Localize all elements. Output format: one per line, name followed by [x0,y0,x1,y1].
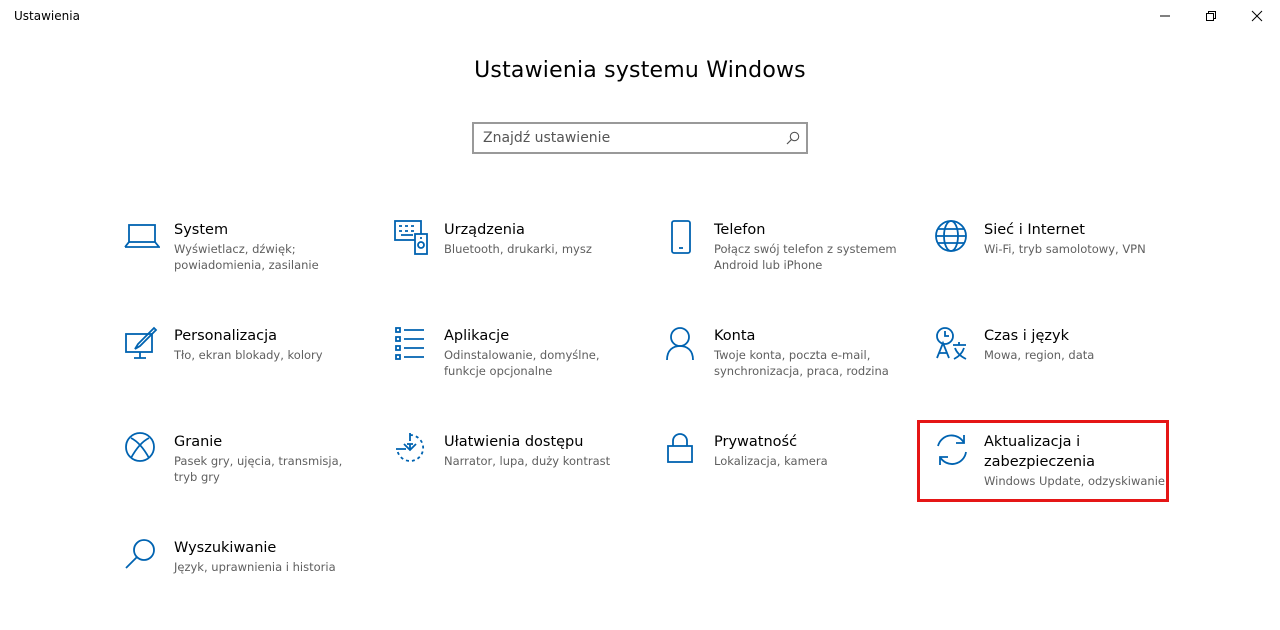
restore-button[interactable] [1188,0,1234,32]
category-description: Bluetooth, drukarki, mysz [444,242,592,256]
category-description: Tło, ekran blokady, kolory [174,348,323,362]
time-language-icon [934,326,970,362]
category-name: System [174,222,229,238]
category-name: Wyszukiwanie [174,540,277,556]
category-time-language[interactable]: Czas i język Mowa, region, data [934,326,1184,418]
devices-icon [394,220,430,256]
category-system[interactable]: System Wyświetlacz, dźwięk; powiadomieni… [124,220,374,312]
page-title: Ustawienia systemu Windows [474,58,806,83]
personalization-icon [124,326,160,362]
category-name: Konta [714,328,756,344]
category-privacy[interactable]: Prywatność Lokalizacja, kamera [664,432,914,524]
category-name: Urządzenia [444,222,525,238]
category-description: Wi-Fi, tryb samolotowy, VPN [984,242,1146,256]
minimize-icon [1160,15,1170,17]
title-bar: Ustawienia [0,0,1280,32]
category-description: Mowa, region, data [984,348,1095,362]
category-name: Telefon [714,222,766,238]
category-ease-of-access[interactable]: Ułatwienia dostępu Narrator, lupa, duży … [394,432,644,524]
category-accounts[interactable]: Konta Twoje konta, poczta e-mail, synchr… [664,326,914,418]
category-name: Czas i język [984,328,1069,344]
category-name: Granie [174,434,223,450]
category-network[interactable]: Sieć i Internet Wi-Fi, tryb samolotowy, … [934,220,1184,312]
phone-icon [664,220,700,256]
category-apps[interactable]: Aplikacje Odinstalowanie, domyślne, funk… [394,326,644,418]
apps-list-icon [394,326,430,362]
category-name: Personalizacja [174,328,278,344]
ease-of-access-icon [394,432,430,468]
category-search[interactable]: Wyszukiwanie Język, uprawnienia i histor… [124,538,374,630]
highlight-box [917,420,1169,502]
person-icon [664,326,700,362]
category-name: Aplikacje [444,328,510,344]
close-button[interactable] [1234,0,1280,32]
category-description: Twoje konta, poczta e-mail, synchronizac… [714,348,889,378]
category-description: Odinstalowanie, domyślne, funkcje opcjon… [444,348,600,378]
search-box[interactable] [472,122,808,154]
category-description: Wyświetlacz, dźwięk; powiadomienia, zasi… [174,242,319,272]
category-description: Język, uprawnienia i historia [174,560,336,574]
xbox-icon [124,432,160,468]
category-description: Połącz swój telefon z systemem Android l… [714,242,897,272]
category-phone[interactable]: Telefon Połącz swój telefon z systemem A… [664,220,914,312]
search-icon[interactable] [786,131,800,145]
lock-icon [664,432,700,468]
category-gaming[interactable]: Granie Pasek gry, ujęcia, transmisja, tr… [124,432,374,524]
window-title: Ustawienia [14,9,80,23]
search-input[interactable] [474,124,764,152]
category-description: Narrator, lupa, duży kontrast [444,454,611,468]
magnifier-icon [124,538,160,574]
laptop-icon [124,220,161,256]
category-name: Sieć i Internet [984,222,1085,238]
category-name: Prywatność [714,434,798,450]
category-devices[interactable]: Urządzenia Bluetooth, drukarki, mysz [394,220,644,312]
globe-icon [934,220,970,256]
close-icon [1251,10,1263,22]
category-description: Pasek gry, ujęcia, transmisja, tryb gry [174,454,343,484]
minimize-button[interactable] [1142,0,1188,32]
category-name: Ułatwienia dostępu [444,434,584,450]
restore-icon [1206,11,1216,21]
category-description: Lokalizacja, kamera [714,454,828,468]
category-personalization[interactable]: Personalizacja Tło, ekran blokady, kolor… [124,326,374,418]
